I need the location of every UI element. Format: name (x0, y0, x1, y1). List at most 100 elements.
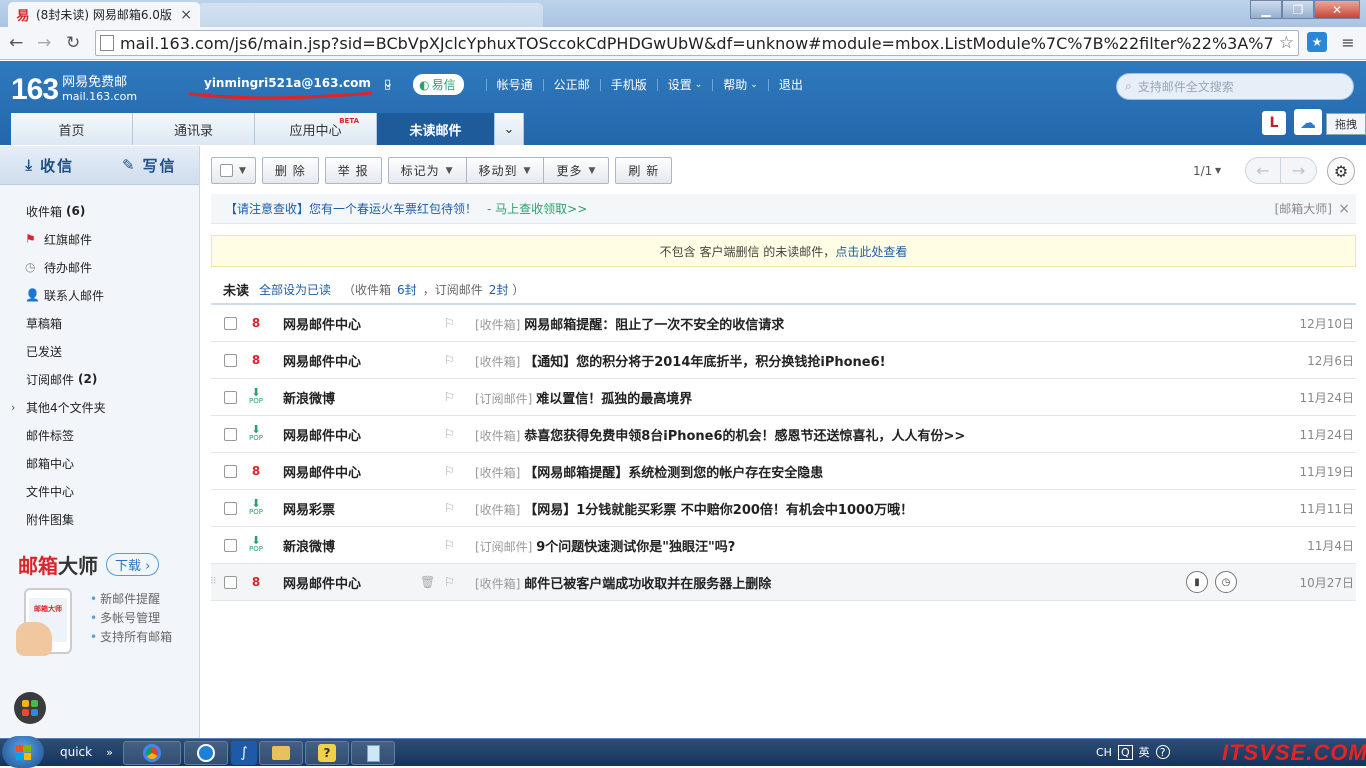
next-page-icon[interactable]: → (1281, 157, 1317, 184)
taskbar-app-k[interactable] (184, 741, 228, 765)
folder-inbox[interactable]: 收件箱 (6) (0, 197, 199, 225)
yixin-button[interactable]: ◐ 易信 (413, 74, 464, 95)
help-circle-icon[interactable]: ? (1155, 745, 1170, 759)
row-checkbox[interactable] (224, 427, 237, 441)
receive-button[interactable]: ⤓ 收信 (0, 155, 100, 176)
inbox-count-link[interactable]: 6封 (397, 281, 417, 298)
flag-icon[interactable]: ⚐ (444, 501, 455, 515)
mark-all-read-link[interactable]: 全部设为已读 (259, 281, 331, 298)
notice-text[interactable]: 【请注意查收】您有一个春运火车票红包待领！ (225, 200, 477, 217)
link-settings[interactable]: 设置 (668, 76, 692, 93)
taskbar-notepad[interactable] (351, 741, 395, 765)
folder-drafts[interactable]: 草稿箱 (0, 309, 199, 337)
flag-icon[interactable]: ⚐ (444, 464, 455, 478)
flag-icon[interactable]: ⚐ (444, 353, 455, 367)
logo[interactable]: 163 网易免费邮 mail.163.com (11, 73, 137, 107)
link-mobile[interactable]: 手机版 (611, 76, 647, 93)
pager-chevron-down-icon[interactable]: ▼ (1215, 166, 1221, 175)
bookmark-star-icon[interactable]: ☆ (1274, 33, 1298, 53)
flag-icon[interactable]: ⚐ (444, 538, 455, 552)
forward-icon[interactable]: → (37, 33, 51, 53)
folder-contacts[interactable]: 👤 联系人邮件 (0, 281, 199, 309)
bookmark-icon[interactable]: ▮ (1186, 571, 1208, 593)
ime-en[interactable]: 英 (1139, 744, 1150, 760)
report-button[interactable]: 举 报 (324, 157, 382, 184)
link-logout[interactable]: 退出 (779, 76, 803, 93)
reminder-clock-icon[interactable]: ◷ (1215, 571, 1237, 593)
folder-sent[interactable]: 已发送 (0, 337, 199, 365)
row-checkbox[interactable] (224, 390, 237, 404)
maximize-button[interactable]: ❐ (1282, 0, 1314, 19)
drag-handle-icon[interactable]: ⠿ (210, 577, 217, 587)
reload-icon[interactable]: ↻ (66, 33, 80, 53)
folder-attachments[interactable]: 附件图集 (0, 505, 199, 533)
tab-unread[interactable]: 未读邮件 (377, 113, 495, 145)
bookmark-extension-icon[interactable]: ★ (1307, 32, 1327, 52)
promo-download-button[interactable]: 下载 › (106, 553, 160, 576)
subscription-count-link[interactable]: 2封 (489, 281, 509, 298)
prev-page-icon[interactable]: ← (1245, 157, 1281, 184)
taskbar-app-s[interactable]: ∫ (231, 741, 257, 765)
row-checkbox[interactable] (224, 575, 237, 589)
row-checkbox[interactable] (224, 538, 237, 552)
gear-icon[interactable]: ⚙ (1327, 157, 1355, 185)
link-notary[interactable]: 公正邮 (554, 76, 590, 93)
folder-flagged[interactable]: ⚑ 红旗邮件 (0, 225, 199, 253)
folder-todo[interactable]: ◷ 待办邮件 (0, 253, 199, 281)
cloud-icon[interactable]: ☁ (1294, 109, 1322, 135)
flag-icon[interactable]: ⚐ (444, 575, 455, 589)
compose-button[interactable]: ✎ 写信 (100, 155, 200, 176)
email-row[interactable]: 8 网易邮件中心 ⚐ [收件箱] 网易邮箱提醒：阻止了一次不安全的收信请求 12… (211, 305, 1356, 342)
browser-tab-active[interactable]: 易 (8封未读) 网易邮箱6.0版 × (8, 2, 200, 27)
folder-file-center[interactable]: 文件中心 (0, 477, 199, 505)
email-row[interactable]: ⬇ POP 网易彩票 ⚐ [收件箱] 【网易】1分钱就能买彩票 不中赔你200倍！… (211, 490, 1356, 527)
address-bar[interactable]: mail.163.com/js6/main.jsp?sid=BCbVpXJclc… (95, 30, 1299, 56)
tab-apps[interactable]: 应用中心 BETA (255, 113, 377, 145)
user-account-menu[interactable]: yinmingri521a@163.com ⌄ (204, 76, 393, 90)
row-checkbox[interactable] (224, 316, 237, 330)
minimize-button[interactable]: ▁ (1250, 0, 1282, 19)
select-all-dropdown[interactable]: ▼ (211, 157, 256, 184)
email-row[interactable]: 8 网易邮件中心 ⚐ [收件箱] 【通知】您的积分将于2014年底折半，积分换钱… (211, 342, 1356, 379)
ime-icon[interactable]: Q (1117, 744, 1133, 760)
move-to-dropdown[interactable]: 移动到 ▼ (465, 157, 544, 184)
mail-master-promo[interactable]: 邮箱大师下载 › 邮箱大师 新邮件提醒 多帐号管理 支持所有邮箱 (16, 550, 172, 656)
start-button[interactable] (2, 736, 44, 768)
browser-tab-inactive[interactable] (198, 3, 543, 27)
row-checkbox[interactable] (224, 464, 237, 478)
refresh-button[interactable]: 刷 新 (615, 157, 673, 184)
link-account[interactable]: 帐号通 (497, 76, 533, 93)
email-row[interactable]: 8 网易邮件中心 ⚐ [收件箱] 【网易邮箱提醒】系统检测到您的帐户存在安全隐患… (211, 453, 1356, 490)
taskbar-help[interactable]: ? (305, 741, 349, 765)
link-help[interactable]: 帮助 (723, 76, 747, 93)
notice-close-icon[interactable]: × (1338, 201, 1350, 217)
select-all-checkbox[interactable] (220, 164, 233, 177)
menu-icon[interactable]: ≡ (1338, 32, 1358, 52)
l-app-icon[interactable]: L (1262, 111, 1286, 135)
mobile-icon[interactable]: ▯ (384, 77, 391, 92)
tab-contacts[interactable]: 通讯录 (133, 113, 255, 145)
trash-icon[interactable]: 🗑 (420, 575, 435, 589)
more-dropdown[interactable]: 更多 ▼ (543, 157, 610, 184)
taskbar-explorer[interactable] (259, 741, 303, 765)
delete-button[interactable]: 删 除 (261, 157, 319, 184)
ime-ch[interactable]: CH (1096, 746, 1112, 759)
window-close-button[interactable]: ✕ (1314, 0, 1360, 19)
drag-label[interactable]: 拖拽 (1326, 113, 1366, 135)
quick-launch[interactable]: quick» (60, 745, 113, 759)
view-client-deleted-link[interactable]: 点击此处查看 (835, 243, 907, 260)
mark-as-dropdown[interactable]: 标记为 ▼ (387, 157, 466, 184)
tab-home[interactable]: 首页 (11, 113, 133, 145)
email-row[interactable]: ⬇ POP 新浪微博 ⚐ [订阅邮件] 难以置信！孤独的最高境界 11月24日 (211, 379, 1356, 416)
tab-close-icon[interactable]: × (180, 7, 192, 23)
email-row[interactable]: ⠿ 8 网易邮件中心 🗑 ⚐ [收件箱] 邮件已被客户端成功收取并在服务器上删除… (210, 564, 1356, 601)
email-row[interactable]: ⬇ POP 网易邮件中心 ⚐ [收件箱] 恭喜您获得免费申领8台iPhone6的机… (211, 416, 1356, 453)
notice-action-link[interactable]: - 马上查收领取>> (487, 200, 587, 217)
folder-subscriptions[interactable]: 订阅邮件 (2) (0, 365, 199, 393)
tab-more-chevron-icon[interactable]: ⌄ (495, 113, 524, 145)
row-checkbox[interactable] (224, 501, 237, 515)
flag-icon[interactable]: ⚐ (444, 427, 455, 441)
apps-grid-button[interactable] (14, 692, 46, 724)
row-checkbox[interactable] (224, 353, 237, 367)
flag-icon[interactable]: ⚐ (444, 316, 455, 330)
